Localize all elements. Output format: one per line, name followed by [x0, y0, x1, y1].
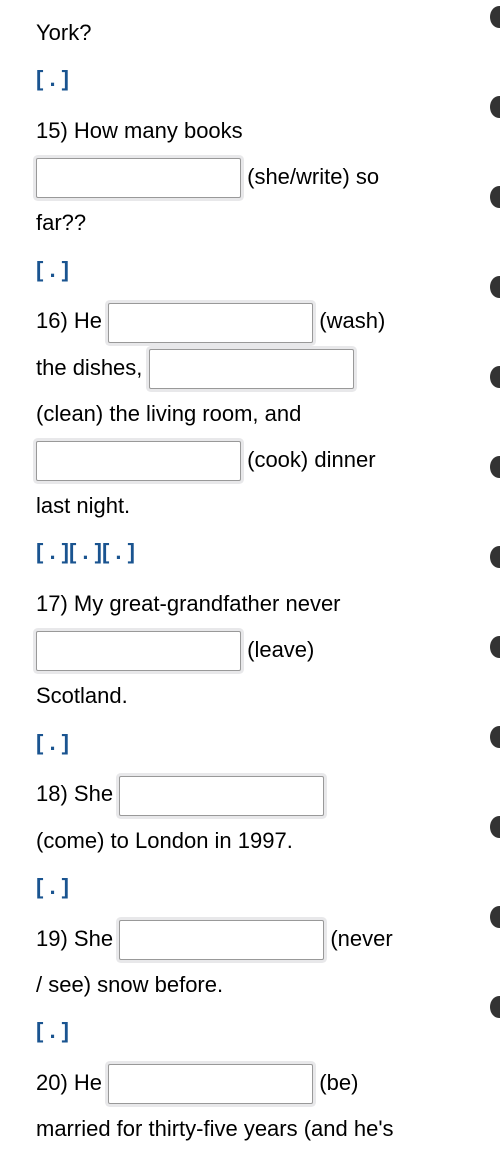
question-number: 18) — [36, 781, 68, 806]
answer-input[interactable] — [108, 303, 313, 343]
question-number: 16) — [36, 308, 68, 333]
binding-hole-icon — [490, 6, 500, 28]
binding-hole-icon — [490, 906, 500, 928]
question-text: (clean) the living room, and — [36, 401, 301, 426]
question-text: married for thirty-five years (and he's — [36, 1116, 394, 1141]
question-text: He — [74, 308, 102, 333]
question-number: 15) — [36, 118, 68, 143]
question-14-fragment: York? [ . ] — [36, 10, 470, 100]
question-20: 20) He (be) married for thirty-five year… — [36, 1060, 470, 1152]
binding-hole-icon — [490, 546, 500, 568]
question-text: York? — [36, 20, 91, 45]
answer-input[interactable] — [36, 158, 241, 198]
hint-link[interactable]: [ . ][ . ][ . ] — [36, 531, 470, 573]
answer-input[interactable] — [36, 441, 241, 481]
hint-link[interactable]: [ . ] — [36, 866, 470, 908]
answer-input[interactable] — [108, 1064, 313, 1104]
question-text: the dishes, — [36, 355, 142, 380]
question-text: far?? — [36, 210, 86, 235]
question-15: 15) How many books (she/write) so far?? … — [36, 108, 470, 290]
question-text: / see) snow before. — [36, 972, 223, 997]
binding-hole-icon — [490, 186, 500, 208]
answer-input[interactable] — [149, 349, 354, 389]
verb-prompt: (cook) dinner — [247, 447, 375, 472]
binding-hole-icon — [490, 456, 500, 478]
answer-input[interactable] — [119, 776, 324, 816]
question-text: (come) to London in 1997. — [36, 828, 293, 853]
question-text: He — [74, 1070, 102, 1095]
question-text: Scotland. — [36, 683, 128, 708]
question-number: 19) — [36, 926, 68, 951]
hint-link[interactable]: [ . ] — [36, 1010, 470, 1052]
question-17: 17) My great-grandfather never (leave) S… — [36, 581, 470, 763]
question-number: 17) — [36, 591, 68, 616]
hint-link[interactable]: [ . ] — [36, 722, 470, 764]
question-19: 19) She (never / see) snow before. [ . ] — [36, 916, 470, 1052]
question-number: 20) — [36, 1070, 68, 1095]
binding-hole-icon — [490, 636, 500, 658]
question-text: She — [74, 781, 113, 806]
question-text: My great-grandfather never — [74, 591, 341, 616]
binding-hole-icon — [490, 276, 500, 298]
spiral-binding — [486, 0, 500, 1166]
exercise-content: York? [ . ] 15) How many books (she/writ… — [36, 10, 500, 1152]
binding-hole-icon — [490, 816, 500, 838]
verb-prompt: (leave) — [247, 637, 314, 662]
binding-hole-icon — [490, 726, 500, 748]
binding-hole-icon — [490, 96, 500, 118]
question-18: 18) She (come) to London in 1997. [ . ] — [36, 771, 470, 907]
hint-link[interactable]: [ . ] — [36, 58, 470, 100]
verb-prompt: (she/write) so — [247, 164, 379, 189]
answer-input[interactable] — [36, 631, 241, 671]
binding-hole-icon — [490, 996, 500, 1018]
binding-hole-icon — [490, 366, 500, 388]
verb-prompt: (never — [330, 926, 392, 951]
hint-link[interactable]: [ . ] — [36, 249, 470, 291]
verb-prompt: (be) — [319, 1070, 358, 1095]
question-text: How many books — [74, 118, 243, 143]
verb-prompt: (wash) — [319, 308, 385, 333]
answer-input[interactable] — [119, 920, 324, 960]
question-text: last night. — [36, 493, 130, 518]
question-16: 16) He (wash) the dishes, (clean) the li… — [36, 298, 470, 573]
question-text: She — [74, 926, 113, 951]
